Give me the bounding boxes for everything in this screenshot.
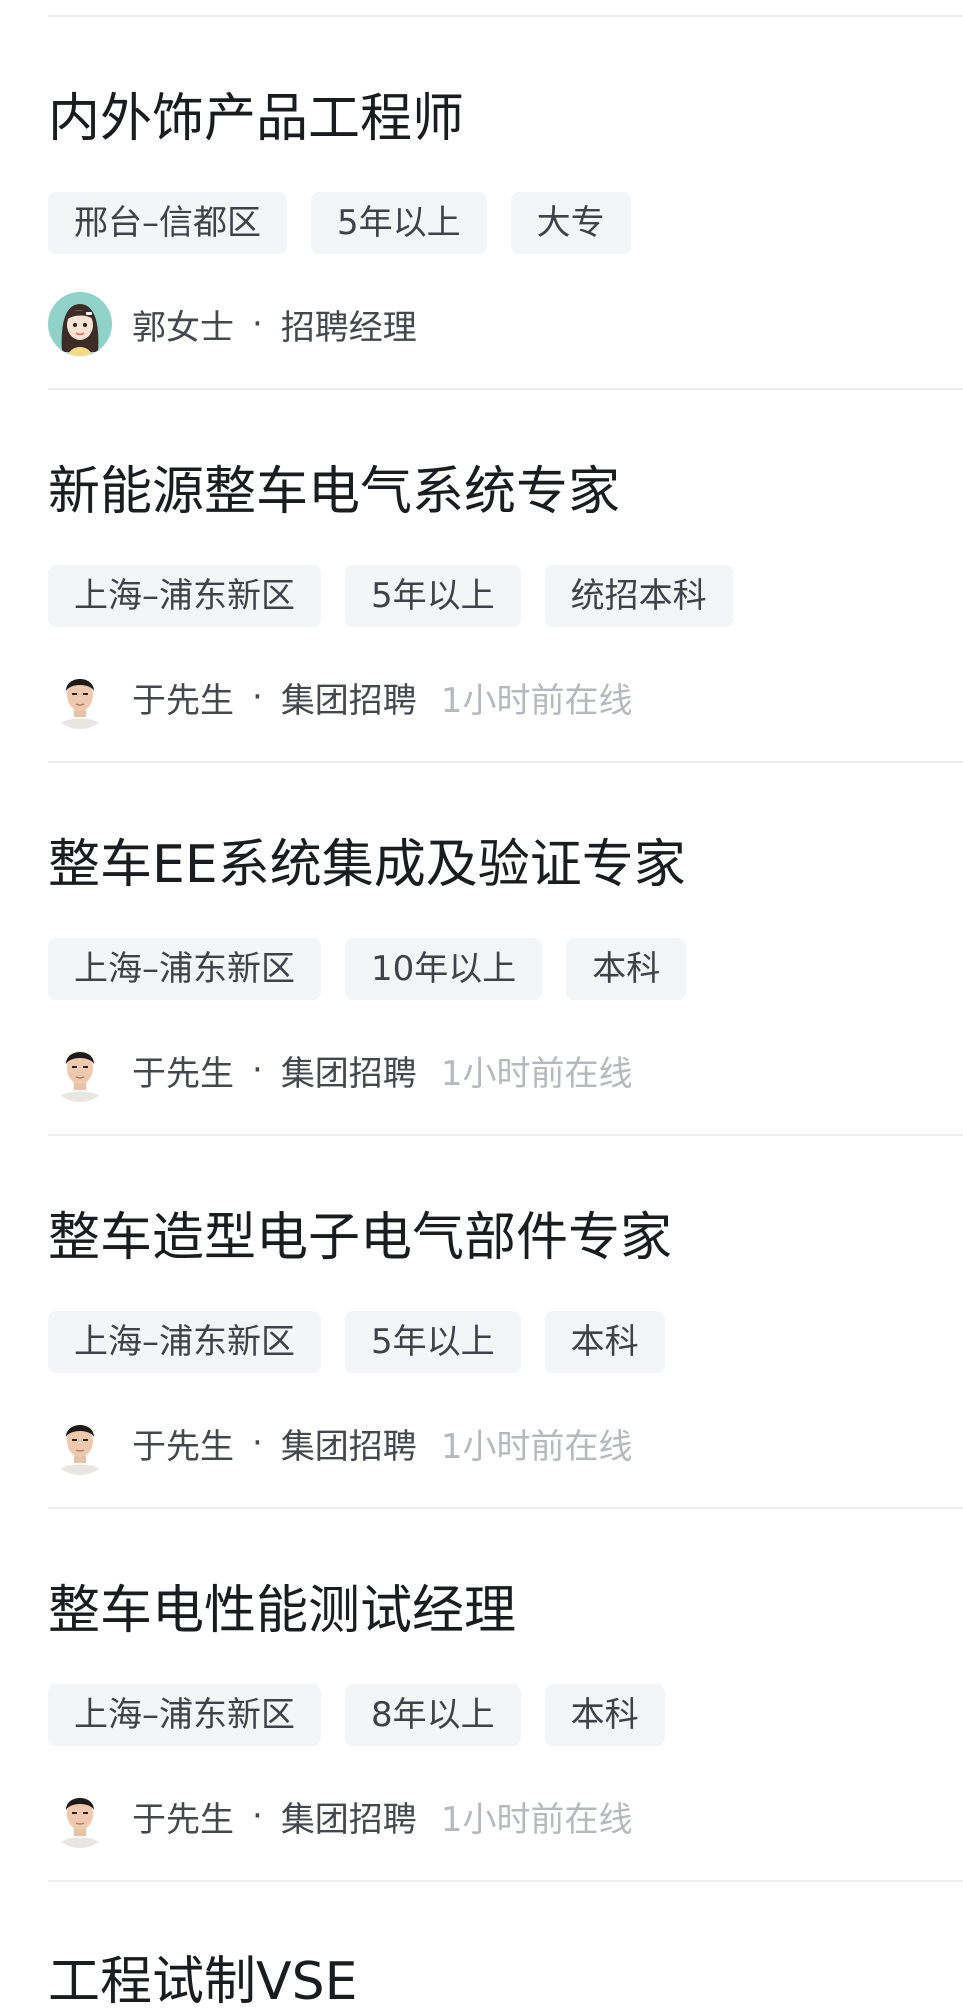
- recruiter-name: 于先生: [132, 1799, 234, 1840]
- experience-tag: 8年以上: [345, 1684, 521, 1746]
- job-tags: 邢台–信都区 5年以上 大专: [48, 192, 631, 254]
- job-card[interactable]: 整车EE系统集成及验证专家 上海–浦东新区 10年以上 本科 于先生 · 集团招…: [0, 763, 963, 1136]
- recruiter-name: 郭女士: [132, 307, 234, 348]
- job-title[interactable]: 工程试制VSE: [48, 1942, 357, 2016]
- job-title[interactable]: 内外饰产品工程师: [48, 79, 464, 159]
- location-tag: 邢台–信都区: [48, 192, 287, 254]
- location-tag: 上海–浦东新区: [48, 565, 321, 627]
- education-tag: 本科: [566, 938, 687, 1000]
- experience-tag: 5年以上: [345, 565, 521, 627]
- job-title[interactable]: 整车造型电子电气部件专家: [48, 1198, 672, 1278]
- online-status: 1小时前在线: [440, 680, 633, 721]
- job-card[interactable]: 新能源整车电气系统专家 上海–浦东新区 5年以上 统招本科 于先生 · 集团招聘…: [0, 390, 963, 763]
- recruiter-info[interactable]: 于先生 · 集团招聘 1小时前在线: [48, 1410, 632, 1476]
- location-tag: 上海–浦东新区: [48, 1311, 321, 1373]
- recruiter-info[interactable]: 于先生 · 集团招聘 1小时前在线: [48, 1783, 632, 1849]
- cartoon-woman-avatar-icon: [48, 292, 112, 356]
- job-tags: 上海–浦东新区 8年以上 本科: [48, 1684, 665, 1746]
- education-tag: 本科: [544, 1311, 665, 1373]
- online-status: 1小时前在线: [440, 1053, 633, 1094]
- recruiter-role: 集团招聘: [280, 1426, 417, 1467]
- job-list: 内外饰产品工程师 邢台–信都区 5年以上 大专 郭女士 · 招聘经理 新能源整车…: [0, 0, 963, 2016]
- recruiter-info[interactable]: 于先生 · 集团招聘 1小时前在线: [48, 1037, 632, 1103]
- man-photo-avatar-icon: [48, 1784, 112, 1848]
- education-tag: 本科: [544, 1684, 665, 1746]
- online-status: 1小时前在线: [440, 1799, 633, 1840]
- separator-dot: ·: [252, 1796, 263, 1836]
- recruiter-info[interactable]: 郭女士 · 招聘经理: [48, 291, 417, 357]
- job-title[interactable]: 整车EE系统集成及验证专家: [48, 825, 686, 905]
- recruiter-name: 于先生: [132, 1426, 234, 1467]
- separator-dot: ·: [252, 1050, 263, 1090]
- job-card[interactable]: 工程试制VSE: [0, 1882, 963, 2016]
- location-tag: 上海–浦东新区: [48, 1684, 321, 1746]
- experience-tag: 5年以上: [345, 1311, 521, 1373]
- job-tags: 上海–浦东新区 5年以上 统招本科: [48, 565, 733, 627]
- job-tags: 上海–浦东新区 10年以上 本科: [48, 938, 687, 1000]
- recruiter-name: 于先生: [132, 680, 234, 721]
- online-status: 1小时前在线: [440, 1426, 633, 1467]
- separator-dot: ·: [252, 677, 263, 717]
- job-card[interactable]: 内外饰产品工程师 邢台–信都区 5年以上 大专 郭女士 · 招聘经理: [0, 17, 963, 390]
- job-card[interactable]: 整车造型电子电气部件专家 上海–浦东新区 5年以上 本科 于先生 · 集团招聘 …: [0, 1136, 963, 1509]
- job-title[interactable]: 整车电性能测试经理: [48, 1571, 516, 1651]
- education-tag: 大专: [510, 192, 631, 254]
- recruiter-role: 招聘经理: [280, 307, 417, 348]
- experience-tag: 10年以上: [345, 938, 543, 1000]
- job-card[interactable]: 整车电性能测试经理 上海–浦东新区 8年以上 本科 于先生 · 集团招聘 1小时…: [0, 1509, 963, 1882]
- recruiter-name: 于先生: [132, 1053, 234, 1094]
- experience-tag: 5年以上: [311, 192, 487, 254]
- education-tag: 统招本科: [544, 565, 733, 627]
- separator-dot: ·: [252, 1423, 263, 1463]
- recruiter-role: 集团招聘: [280, 680, 417, 721]
- man-photo-avatar-icon: [48, 1038, 112, 1102]
- job-title[interactable]: 新能源整车电气系统专家: [48, 452, 620, 532]
- man-photo-avatar-icon: [48, 1411, 112, 1475]
- job-tags: 上海–浦东新区 5年以上 本科: [48, 1311, 665, 1373]
- location-tag: 上海–浦东新区: [48, 938, 321, 1000]
- recruiter-info[interactable]: 于先生 · 集团招聘 1小时前在线: [48, 664, 632, 730]
- recruiter-role: 集团招聘: [280, 1053, 417, 1094]
- man-photo-avatar-icon: [48, 665, 112, 729]
- separator-dot: ·: [252, 304, 263, 344]
- recruiter-role: 集团招聘: [280, 1799, 417, 1840]
